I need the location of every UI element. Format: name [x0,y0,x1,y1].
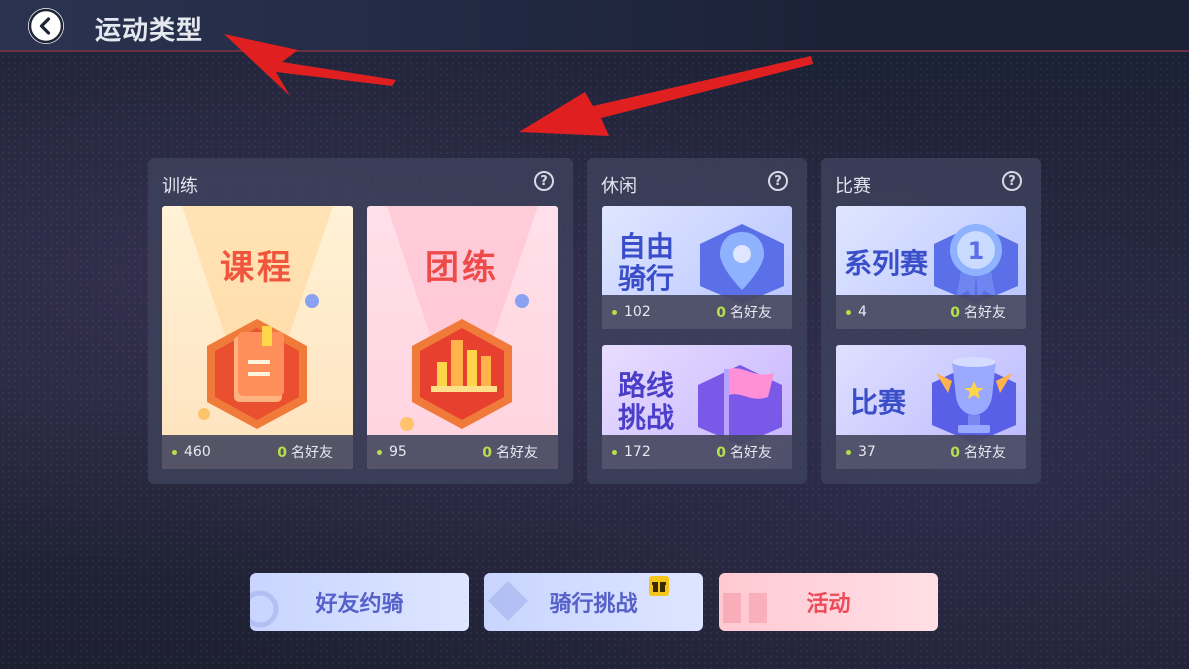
friend-label: 名好友 [496,445,538,461]
panel-training: 训练 ? 课程 460 0 名好友 团练 95 0 名好友 [148,158,573,484]
count-value: 102 [624,304,651,320]
button-label: 活动 [806,592,851,617]
card-footer: 460 0 名好友 [162,435,353,469]
activity-button[interactable]: 活动 [719,573,938,631]
panel-race: 比赛 ? 1 系列赛 4 0 名好友 比赛 37 0 名好友 [821,158,1041,484]
friend-number: 0 [950,305,960,321]
count-value: 460 [184,444,211,460]
button-label: 骑行挑战 [549,592,638,617]
annotation-arrow-icon [519,56,813,136]
ride-challenge-button[interactable]: 骑行挑战 [484,573,703,631]
card-free-ride[interactable]: 自由 骑行 102 0 名好友 [602,206,792,329]
chevron-left-icon [28,8,64,44]
count-value: 4 [858,304,867,320]
title-line: 自由 [618,230,675,263]
friend-label: 名好友 [730,445,772,461]
card-footer: 102 0 名好友 [602,295,792,329]
card-title: 路线 挑战 [618,370,674,434]
card-footer: 95 0 名好友 [367,435,558,469]
book-icon [207,319,307,429]
top-bar: 运动类型 [0,0,1189,52]
friend-count: 0 名好友 [277,442,333,462]
friend-number: 0 [716,305,726,321]
friend-count: 0 名好友 [950,442,1006,462]
card-title: 比赛 [850,386,907,419]
gift-box-decor-icon [723,593,767,623]
friend-count: 0 名好友 [950,302,1006,322]
panel-leisure: 休闲 ? 自由 骑行 102 0 名好友 路线 挑战 172 0 名好友 [587,158,807,484]
title-line: 挑战 [618,401,675,434]
title-line: 路线 [618,369,675,402]
panel-title: 休闲 [601,176,637,197]
online-dot-icon [612,449,617,455]
card-footer: 37 0 名好友 [836,435,1026,469]
friend-count: 0 名好友 [482,442,538,462]
count-value: 172 [624,444,651,460]
friend-number: 0 [716,445,726,461]
card-title: 课程 [220,248,294,288]
online-dot-icon [846,309,851,315]
trophy-icon [932,357,1016,443]
bar-chart-icon [412,319,512,429]
friend-label: 名好友 [964,305,1006,321]
bicycle-decor-icon [250,590,279,628]
help-icon[interactable]: ? [1002,171,1022,191]
card-title: 系列赛 [844,247,929,280]
svg-text:1: 1 [968,237,985,265]
medal-icon: 1 [934,224,1018,304]
card-footer: 172 0 名好友 [602,435,792,469]
friend-number: 0 [950,445,960,461]
participant-count: 37 [846,444,876,460]
friend-label: 名好友 [730,305,772,321]
online-dot-icon [612,309,617,315]
online-dot-icon [377,449,382,455]
friend-ride-button[interactable]: 好友约骑 [250,573,469,631]
annotation-arrow-icon [224,34,396,96]
count-value: 37 [858,444,876,460]
friend-label: 名好友 [964,445,1006,461]
card-group-training[interactable]: 团练 95 0 名好友 [367,206,558,469]
participant-count: 172 [612,444,651,460]
card-route-challenge[interactable]: 路线 挑战 172 0 名好友 [602,345,792,469]
title-line: 骑行 [618,262,675,295]
online-dot-icon [846,449,851,455]
friend-number: 0 [277,445,287,461]
diamond-decor-icon [488,581,528,621]
page-title: 运动类型 [95,16,204,46]
card-title: 自由 骑行 [618,231,674,295]
help-icon[interactable]: ? [534,171,554,191]
count-value: 95 [389,444,407,460]
participant-count: 460 [172,444,211,460]
map-pin-icon [700,224,784,304]
friend-number: 0 [482,445,492,461]
card-series[interactable]: 1 系列赛 4 0 名好友 [836,206,1026,329]
card-race[interactable]: 比赛 37 0 名好友 [836,345,1026,469]
panel-title: 比赛 [835,176,871,197]
card-footer: 4 0 名好友 [836,295,1026,329]
friend-count: 0 名好友 [716,302,772,322]
participant-count: 102 [612,304,651,320]
friend-label: 名好友 [291,445,333,461]
online-dot-icon [172,449,177,455]
panel-title: 训练 [162,176,198,197]
back-button[interactable] [28,8,64,44]
card-title: 团练 [425,248,499,288]
participant-count: 4 [846,304,867,320]
button-label: 好友约骑 [315,592,404,617]
friend-count: 0 名好友 [716,442,772,462]
flag-icon [698,365,782,445]
participant-count: 95 [377,444,407,460]
help-icon[interactable]: ? [768,171,788,191]
gift-icon [649,576,669,596]
card-course[interactable]: 课程 460 0 名好友 [162,206,353,469]
